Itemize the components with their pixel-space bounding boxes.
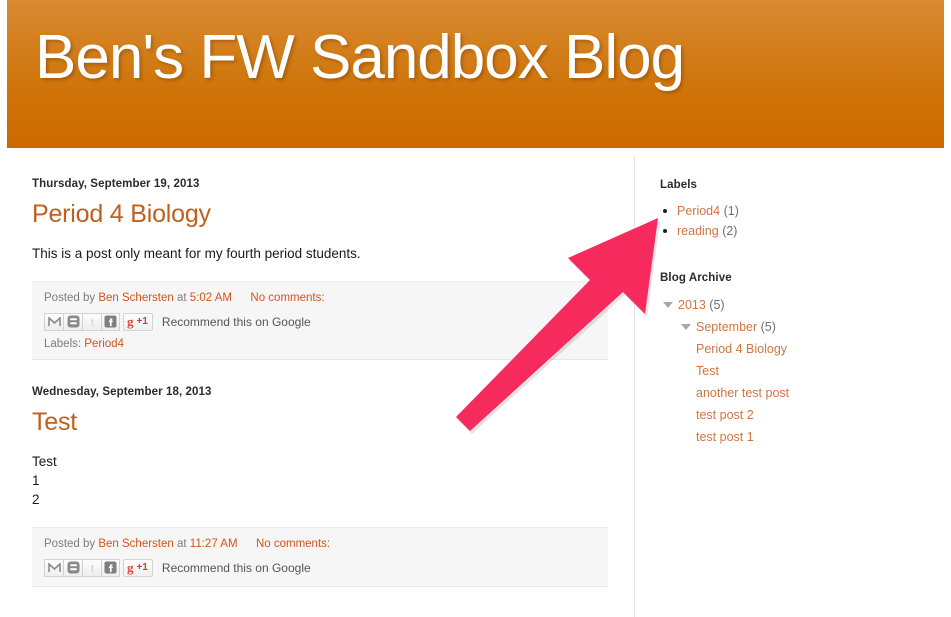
post-title[interactable]: Period 4 Biology [32,200,608,228]
archive-year-link[interactable]: 2013 [678,298,706,312]
post-body-line: Test [32,454,57,469]
bullet-icon [663,209,667,213]
blog-post: Thursday, September 19, 2013 Period 4 Bi… [32,178,608,360]
google-plus-glyph: g [127,314,134,329]
facebook-icon[interactable] [101,312,120,331]
at-label: at [177,538,187,550]
archive-month-link[interactable]: September [696,320,757,334]
archive-post-row: test post 2 [660,404,945,426]
gmail-icon[interactable] [44,558,63,577]
blogger-icon[interactable] [63,312,82,331]
post-footer: Posted by Ben Schersten at 11:27 AM No c… [32,527,608,587]
posted-by-label: Posted by [44,292,96,304]
post-meta: Posted by Ben Schersten at 5:02 AM No co… [44,291,596,306]
share-row: t g +1 Recommend this on Google [44,312,596,331]
post-comments-link[interactable]: No comments: [256,538,330,550]
post-footer: Posted by Ben Schersten at 5:02 AM No co… [32,281,608,360]
blog-archive-widget: Blog Archive 2013 (5) September (5) Peri… [660,272,945,448]
labels-widget-title: Labels [660,179,698,191]
archive-post-row: Period 4 Biology [660,338,945,360]
post-date: Wednesday, September 18, 2013 [32,386,212,398]
post-time-link[interactable]: 11:27 AM [190,538,238,550]
post-body: This is a post only meant for my fourth … [32,244,608,263]
blogger-icon[interactable] [63,558,82,577]
archive-post-link[interactable]: test post 1 [696,430,754,444]
twitter-icon[interactable]: t [82,312,101,331]
archive-post-link[interactable]: Period 4 Biology [696,342,787,356]
chevron-down-icon[interactable] [681,324,691,330]
post-time-link[interactable]: 5:02 AM [190,292,232,304]
twitter-icon[interactable]: t [82,558,101,577]
post-title[interactable]: Test [32,408,608,436]
archive-year-row: 2013 (5) [660,294,945,316]
archive-month-row: September (5) [660,316,945,338]
google-plus-glyph: g [127,560,134,575]
google-plusone-button[interactable]: g +1 [123,312,153,331]
bullet-icon [663,229,667,233]
archive-year-count: (5) [709,298,725,312]
post-date: Thursday, September 19, 2013 [32,178,200,190]
blog-post: Wednesday, September 18, 2013 Test Test … [32,386,608,587]
post-meta: Posted by Ben Schersten at 11:27 AM No c… [44,537,596,552]
post-body: Test 1 2 [32,452,608,509]
archive-post-row: another test post [660,382,945,404]
archive-tree: 2013 (5) September (5) Period 4 Biology … [660,294,945,448]
gmail-icon[interactable] [44,312,63,331]
share-row: t g +1 Recommend this on Google [44,558,596,577]
archive-post-row: Test [660,360,945,382]
labels-widget: Labels Period4 (1) reading (2) [660,179,945,241]
label-count: (1) [723,204,739,218]
archive-post-row: test post 1 [660,426,945,448]
labels-label: Labels: [44,338,82,350]
archive-post-link[interactable]: Test [696,364,719,378]
share-icon-group: t [44,558,120,577]
post-labels-line: Labels: Period4 [44,338,596,350]
main-post-column: Thursday, September 19, 2013 Period 4 Bi… [0,148,634,617]
label-count: (2) [722,224,738,238]
post-author-link[interactable]: Ben Schersten [98,538,173,550]
recommend-text: Recommend this on Google [161,314,311,329]
svg-text:t: t [90,561,94,574]
archive-post-link[interactable]: another test post [696,386,789,400]
label-list-item: Period4 (1) [660,201,945,221]
label-list-item: reading (2) [660,221,945,241]
post-author-link[interactable]: Ben Schersten [98,292,173,304]
label-link-reading[interactable]: reading [677,224,719,238]
labels-list: Period4 (1) reading (2) [660,201,945,241]
google-plusone-button[interactable]: g +1 [123,558,153,577]
post-body-line: 1 [32,473,40,488]
post-comments-link[interactable]: No comments: [250,292,324,304]
post-body-line: 2 [32,492,40,507]
archive-post-link[interactable]: test post 2 [696,408,754,422]
blog-header: Ben's FW Sandbox Blog [7,0,944,148]
column-divider [634,156,635,617]
facebook-icon[interactable] [101,558,120,577]
label-link-period4[interactable]: Period4 [677,204,720,218]
svg-text:t: t [90,315,94,328]
archive-widget-title: Blog Archive [660,272,732,284]
posted-by-label: Posted by [44,538,96,550]
post-body-line: This is a post only meant for my fourth … [32,246,361,261]
post-label-link[interactable]: Period4 [84,338,124,350]
page-body: Thursday, September 19, 2013 Period 4 Bi… [0,148,951,617]
plusone-count: +1 [136,315,148,327]
share-icon-group: t [44,312,120,331]
chevron-down-icon[interactable] [663,302,673,308]
plusone-count: +1 [136,561,148,573]
recommend-text: Recommend this on Google [161,560,311,575]
at-label: at [177,292,187,304]
archive-month-count: (5) [760,320,776,334]
blog-title[interactable]: Ben's FW Sandbox Blog [35,22,685,94]
